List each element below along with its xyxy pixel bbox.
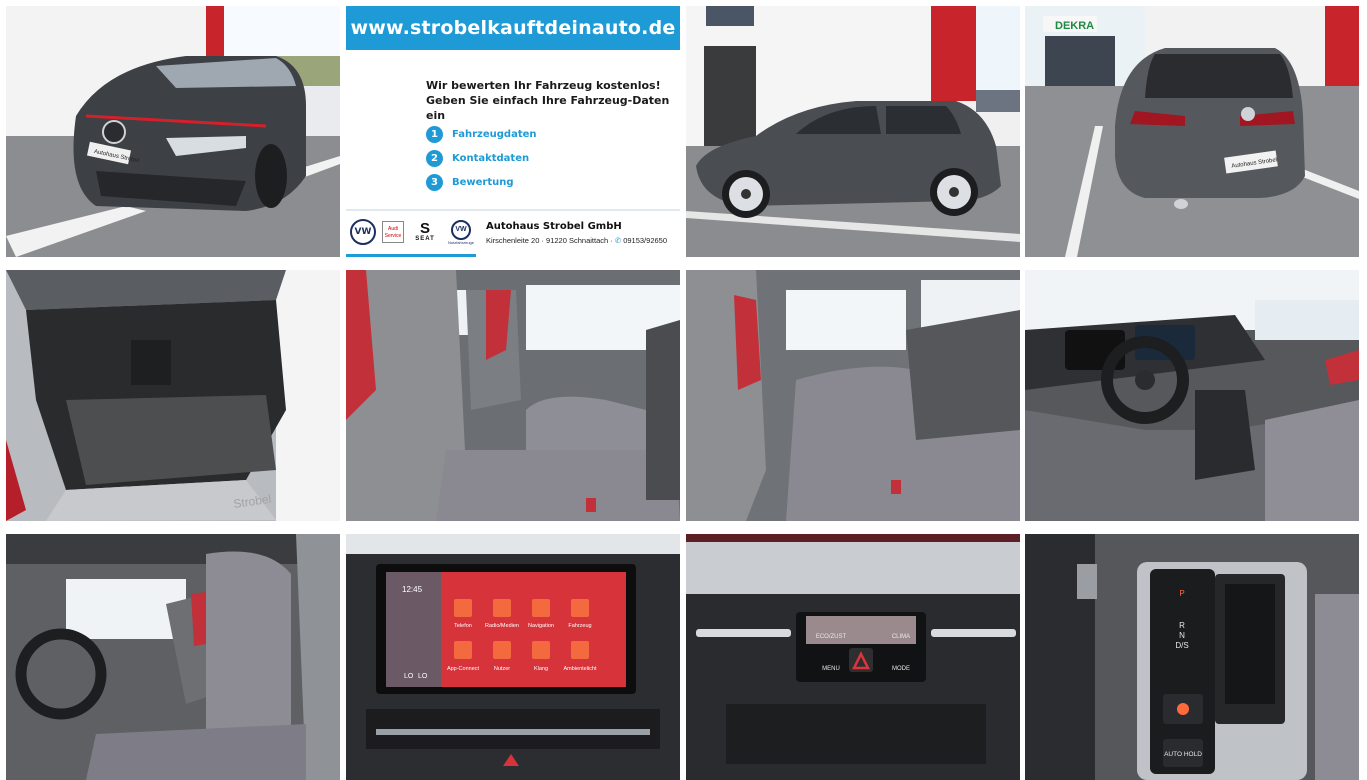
photo-infotainment[interactable]: 12:45 Telefon Radio/Medien Navigation Fa… — [346, 534, 680, 780]
photo-rear-seats-2[interactable] — [686, 270, 1020, 521]
vw-nutzfahrzeuge-mark: VW — [451, 219, 471, 240]
promo-headline-line2: Geben Sie einfach Ihre Fahrzeug-Daten ei… — [426, 94, 670, 122]
photo-cockpit[interactable] — [1025, 270, 1359, 521]
photo-front-seat[interactable] — [6, 534, 340, 780]
promo-tile[interactable]: www.strobelkauftdeinauto.de Wir bewerten… — [346, 6, 680, 257]
seat-logo-mark: S — [419, 220, 430, 237]
climate-mode-label: MODE — [892, 666, 910, 672]
gear-selector-image: P R N D/S AUTO HOLD — [1025, 534, 1359, 780]
app-label-fahrzeug: Fahrzeug — [568, 623, 591, 629]
step-label: Bewertung — [452, 176, 514, 188]
car-rear-image: DEKRA Autohaus Strobel — [1025, 6, 1359, 257]
climate-menu-label: MENU — [822, 666, 840, 672]
app-label-ambientelicht: Ambientelicht — [563, 666, 596, 672]
seat-logo: S SEAT — [410, 220, 440, 242]
gear-n: N — [1179, 631, 1185, 640]
app-label-telefon: Telefon — [454, 623, 472, 629]
promo-footer: VW Audi Service S SEAT VW Nutzfahrzeuge … — [346, 209, 680, 257]
temp-left: LO — [404, 673, 414, 680]
infotainment-image: 12:45 Telefon Radio/Medien Navigation Fa… — [346, 534, 680, 780]
step-label: Kontaktdaten — [452, 152, 530, 164]
front-seat-image — [6, 534, 340, 780]
app-label-navigation: Navigation — [528, 623, 554, 629]
screen-time: 12:45 — [402, 585, 423, 594]
climate-left-label: ECO/ZUST — [816, 634, 847, 640]
app-label-nutzer: Nutzer — [494, 666, 510, 672]
climate-controls-image: ECO/ZUST CLIMA MENU MODE — [686, 534, 1020, 780]
car-front-image: Autohaus Strobel — [6, 6, 340, 257]
dealer-name: Autohaus Strobel GmbH — [486, 221, 622, 232]
brand-logos: VW Audi Service S SEAT VW Nutzfahrzeuge — [350, 219, 476, 245]
photo-side[interactable] — [686, 6, 1020, 257]
promo-headline: Wir bewerten Ihr Fahrzeug kostenlos! Geb… — [426, 78, 676, 123]
photo-front-three-quarter[interactable]: Autohaus Strobel — [6, 6, 340, 257]
phone-icon: ✆ — [614, 236, 624, 245]
audi-service-logo: Audi Service — [382, 221, 404, 243]
promo-steps: 1 Fahrzeugdaten 2 Kontaktdaten 3 Bewertu… — [426, 122, 537, 194]
footer-accent-bar — [346, 254, 476, 257]
promo-headline-line1: Wir bewerten Ihr Fahrzeug kostenlos! — [426, 79, 661, 92]
dekra-sign-text: DEKRA — [1055, 20, 1094, 32]
app-label-klang: Klang — [534, 666, 548, 672]
dealer-address: Kirschenleite 20 · 91220 Schnaittach · — [486, 236, 615, 245]
photo-rear-three-quarter[interactable]: DEKRA Autohaus Strobel — [1025, 6, 1359, 257]
step-number: 2 — [426, 149, 443, 167]
climate-right-label: CLIMA — [892, 634, 910, 640]
step-number: 1 — [426, 125, 443, 143]
temp-right: LO — [418, 673, 428, 680]
vw-nutzfahrzeuge-logo: VW Nutzfahrzeuge — [446, 219, 476, 245]
gear-r: R — [1179, 621, 1185, 630]
promo-step: 2 Kontaktdaten — [426, 146, 537, 170]
app-label-app-connect: App-Connect — [447, 666, 480, 672]
cockpit-image — [1025, 270, 1359, 521]
promo-url[interactable]: www.strobelkauftdeinauto.de — [346, 6, 680, 50]
photo-climate-controls[interactable]: ECO/ZUST CLIMA MENU MODE — [686, 534, 1020, 780]
photo-rear-seats-1[interactable] — [346, 270, 680, 521]
gear-p: P — [1179, 589, 1184, 598]
seat-logo-text: SEAT — [415, 236, 435, 242]
rear-seats-image-2 — [686, 270, 1020, 521]
step-number: 3 — [426, 173, 443, 191]
trunk-image: Strobel — [6, 270, 340, 521]
dealer-info: Autohaus Strobel GmbH Kirschenleite 20 ·… — [486, 221, 667, 245]
auto-hold-label: AUTO HOLD — [1164, 751, 1202, 758]
vw-logo: VW — [350, 219, 376, 245]
dealer-address-line: Kirschenleite 20 · 91220 Schnaittach · ✆… — [486, 236, 667, 245]
step-label: Fahrzeugdaten — [452, 128, 537, 140]
car-side-image — [686, 6, 1020, 257]
app-label-radio: Radio/Medien — [485, 623, 519, 629]
vw-nutzfahrzeuge-text: Nutzfahrzeuge — [447, 239, 474, 245]
dealer-phone: 09153/92650 — [623, 236, 667, 245]
gear-ds: D/S — [1175, 641, 1188, 650]
photo-gallery: Autohaus Strobel www.strobelkauftdeinaut… — [0, 0, 1367, 780]
promo-step: 1 Fahrzeugdaten — [426, 122, 537, 146]
photo-trunk[interactable]: Strobel — [6, 270, 340, 521]
promo-step: 3 Bewertung — [426, 170, 537, 194]
photo-gear-selector[interactable]: P R N D/S AUTO HOLD — [1025, 534, 1359, 780]
rear-seats-image — [346, 270, 680, 521]
